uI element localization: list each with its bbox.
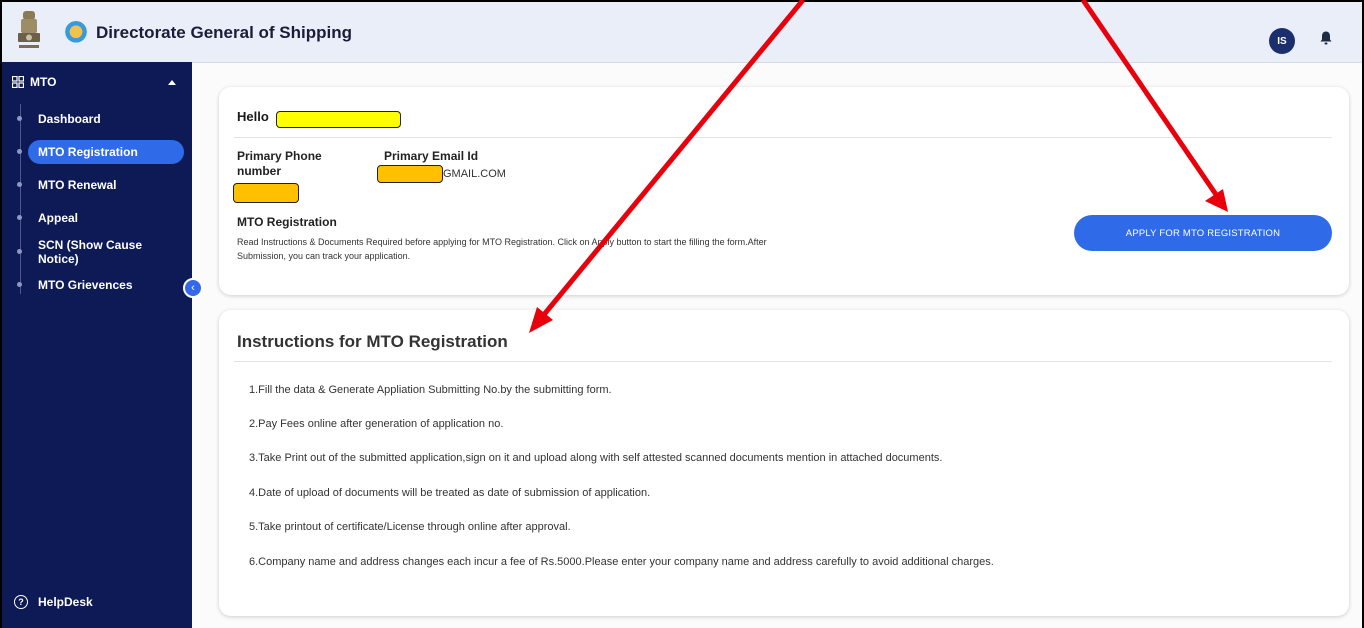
collapse-sidebar-button[interactable]: ‹ [183, 278, 203, 298]
national-emblem-icon [18, 11, 40, 48]
sidebar-item-label: Dashboard [38, 112, 101, 126]
apply-for-mto-registration-button[interactable]: APPLY FOR MTO REGISTRATION [1074, 215, 1332, 251]
helpdesk-label: HelpDesk [38, 595, 93, 609]
redacted-email [377, 165, 443, 183]
section-description: Read Instructions & Documents Required b… [237, 237, 767, 261]
bullet-icon [17, 182, 22, 187]
sidebar-item-mto-renewal[interactable]: MTO Renewal [17, 173, 184, 197]
instructions-card: Instructions for MTO Registration 1.Fill… [219, 310, 1349, 616]
bullet-icon [17, 282, 22, 287]
sidebar-item-label: MTO Registration [38, 145, 138, 159]
instruction-item: 2.Pay Fees online after generation of ap… [249, 418, 504, 430]
bullet-icon [17, 149, 22, 154]
sidebar-item-label: MTO Renewal [38, 178, 117, 192]
app-frame: Directorate General of Shipping IS MTO D… [2, 2, 1362, 628]
instruction-item: 4.Date of upload of documents will be tr… [249, 487, 651, 499]
email-value: GMAIL.COM [443, 168, 506, 180]
card-divider [234, 137, 1332, 138]
instructions-title: Instructions for MTO Registration [237, 332, 508, 351]
sidebar-item-scn[interactable]: SCN (Show Cause Notice) [17, 238, 184, 266]
user-avatar[interactable]: IS [1269, 28, 1295, 54]
registration-card: Hello Primary Phone number Primary Email… [219, 87, 1349, 295]
bullet-icon [17, 249, 22, 254]
phone-label: Primary Phone number [237, 149, 322, 178]
top-header: Directorate General of Shipping IS [2, 2, 1362, 63]
bell-icon[interactable] [1319, 30, 1333, 46]
help-icon: ? [14, 595, 28, 609]
sidebar-item-label: Appeal [38, 211, 79, 225]
redacted-name [276, 111, 401, 128]
sidebar: MTO Dashboard MTO Registration MTO Renew… [2, 62, 192, 628]
redacted-phone [233, 183, 299, 203]
sidebar-group-mto[interactable]: MTO [12, 71, 182, 93]
sidebar-item-dashboard[interactable]: Dashboard [17, 107, 184, 131]
bullet-icon [17, 116, 22, 121]
sidebar-item-label: MTO Grievences [38, 278, 133, 292]
instruction-item: 5.Take printout of certificate/License t… [249, 521, 571, 533]
card-divider [234, 361, 1332, 362]
caret-up-icon [168, 80, 176, 85]
helpdesk-link[interactable]: ? HelpDesk [14, 595, 93, 609]
app-title: Directorate General of Shipping [96, 23, 352, 42]
bullet-icon [17, 215, 22, 220]
sidebar-item-label: SCN (Show Cause Notice) [38, 238, 143, 266]
dgs-logo-icon [64, 21, 88, 45]
instruction-item: 6.Company name and address changes each … [249, 556, 994, 568]
greeting-text: Hello [237, 109, 269, 124]
email-label: Primary Email Id [384, 149, 479, 163]
grid-icon [12, 76, 24, 88]
section-title: MTO Registration [237, 215, 337, 229]
sidebar-rail [20, 104, 21, 294]
sidebar-item-mto-grievences[interactable]: MTO Grievences [17, 273, 184, 297]
sidebar-item-appeal[interactable]: Appeal [17, 206, 184, 230]
instruction-item: 3.Take Print out of the submitted applic… [249, 452, 943, 464]
sidebar-group-label: MTO [30, 75, 57, 89]
sidebar-item-mto-registration[interactable]: MTO Registration [17, 140, 184, 164]
instruction-item: 1.Fill the data & Generate Appliation Su… [249, 384, 612, 396]
